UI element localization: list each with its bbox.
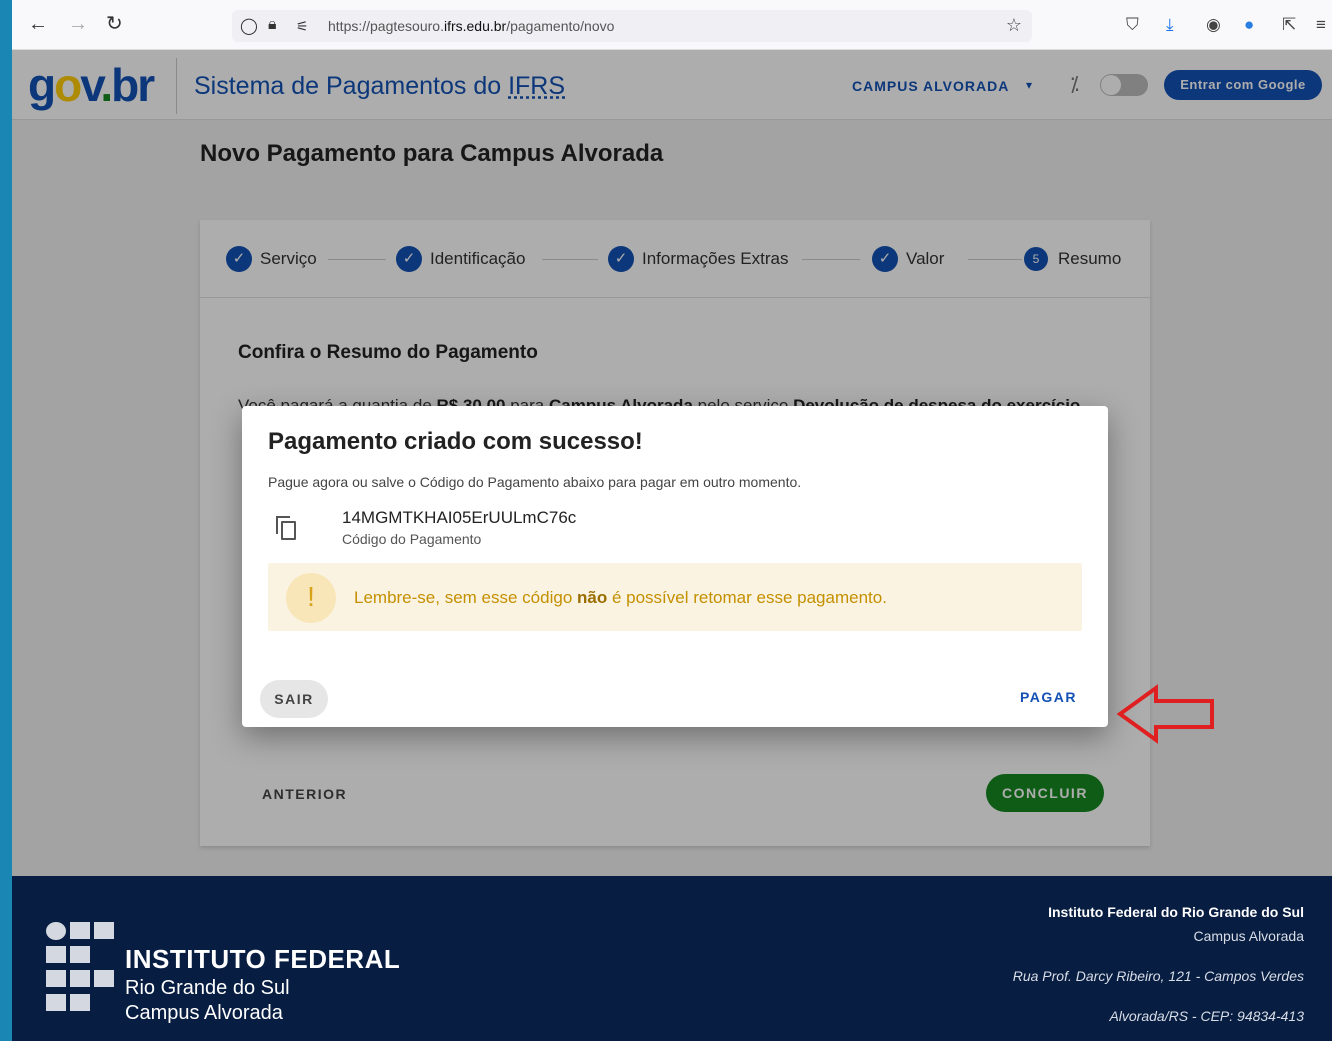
footer-address: Instituto Federal do Rio Grande do Sul C… [1012, 904, 1304, 1024]
warning-alert: ! Lembre-se, sem esse código não é possí… [268, 563, 1082, 631]
back-arrow-icon[interactable]: ← [28, 14, 48, 34]
share-icon[interactable]: ⇱ [1282, 15, 1296, 35]
exit-button[interactable]: SAIR [260, 680, 328, 718]
permissions-icon[interactable]: ⚟ [296, 18, 309, 35]
payment-code[interactable]: 14MGMTKHAI05ErUULmC76c [342, 508, 576, 528]
institution-name: INSTITUTO FEDERAL Rio Grande do Sul Camp… [125, 944, 401, 1024]
lock-icon[interactable]: 🔒︎ [268, 16, 277, 34]
warning-text: Lembre-se, sem esse código não é possíve… [354, 588, 887, 607]
copy-icon[interactable] [276, 516, 298, 540]
browser-window: ← → ↻ ◯ 🔒︎ ⚟ https://pagtesouro.ifrs.edu… [12, 0, 1332, 1041]
address-bar[interactable]: ◯ 🔒︎ ⚟ https://pagtesouro.ifrs.edu.br/pa… [232, 10, 1032, 42]
if-logo-icon [46, 922, 116, 1014]
menu-icon[interactable]: ≡ [1316, 15, 1326, 35]
pocket-icon[interactable]: ⛉ [1126, 15, 1139, 35]
extension-icon[interactable]: ● [1244, 15, 1254, 35]
account-icon[interactable]: ◉ [1206, 15, 1221, 35]
payment-code-label: Código do Pagamento [342, 531, 482, 547]
forward-arrow-icon[interactable]: → [68, 14, 88, 34]
pay-button[interactable]: PAGAR [1020, 689, 1077, 705]
red-arrow-annotation-icon [1116, 684, 1214, 744]
reload-icon[interactable]: ↻ [106, 14, 123, 34]
url-text[interactable]: https://pagtesouro.ifrs.edu.br/pagamento… [328, 18, 614, 34]
download-icon[interactable]: ⤓ [1166, 15, 1174, 35]
browser-toolbar: ← → ↻ ◯ 🔒︎ ⚟ https://pagtesouro.ifrs.edu… [12, 0, 1332, 50]
bookmark-star-icon[interactable]: ☆ [1006, 15, 1022, 36]
dialog-subtitle: Pague agora ou salve o Código do Pagamen… [268, 474, 802, 490]
success-dialog: Pagamento criado com sucesso! Pague agor… [242, 406, 1108, 727]
footer: INSTITUTO FEDERAL Rio Grande do Sul Camp… [12, 876, 1332, 1041]
dialog-title: Pagamento criado com sucesso! [268, 428, 643, 455]
shield-icon[interactable]: ◯ [240, 16, 258, 36]
exclamation-icon: ! [286, 573, 336, 623]
